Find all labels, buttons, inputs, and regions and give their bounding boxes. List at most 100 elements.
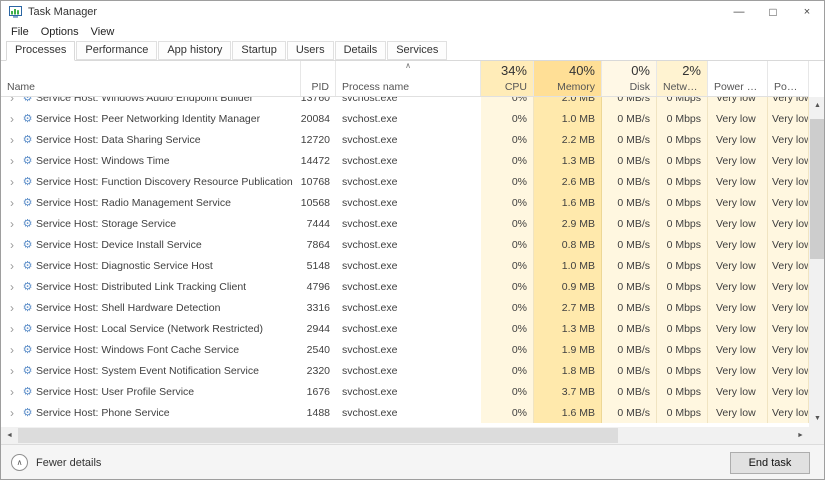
table-row[interactable]: ›⚙Service Host: Windows Audio Endpoint B… xyxy=(1,97,809,108)
cpu-cell: 0% xyxy=(481,129,534,150)
process-name: Service Host: Data Sharing Service xyxy=(36,134,201,146)
power-usage-cell: Very low xyxy=(708,129,768,150)
scroll-left-icon[interactable]: ◄ xyxy=(1,427,18,444)
table-row[interactable]: ›⚙Service Host: Shell Hardware Detection… xyxy=(1,297,809,318)
scroll-down-icon[interactable]: ▼ xyxy=(809,410,825,427)
scroll-up-icon[interactable]: ▲ xyxy=(809,97,825,114)
service-gear-icon: ⚙ xyxy=(19,259,36,272)
memory-cell: 1.6 MB xyxy=(534,192,602,213)
table-row[interactable]: ›⚙Service Host: Device Install Service78… xyxy=(1,234,809,255)
tab-details[interactable]: Details xyxy=(335,41,387,60)
cpu-cell: 0% xyxy=(481,297,534,318)
expand-chevron-icon[interactable]: › xyxy=(5,322,19,336)
tab-services[interactable]: Services xyxy=(387,41,447,60)
disk-cell: 0 MB/s xyxy=(602,129,657,150)
menu-file[interactable]: File xyxy=(5,25,35,39)
tab-app-history[interactable]: App history xyxy=(158,41,231,60)
expand-chevron-icon[interactable]: › xyxy=(5,301,19,315)
expand-chevron-icon[interactable]: › xyxy=(5,406,19,420)
network-cell: 0 Mbps xyxy=(657,129,708,150)
column-header-process-name[interactable]: ∧ Process name xyxy=(336,61,481,96)
process-name-cell: ›⚙Service Host: Phone Service xyxy=(1,402,301,423)
disk-cell: 0 MB/s xyxy=(602,297,657,318)
expand-chevron-icon[interactable]: › xyxy=(5,259,19,273)
expand-chevron-icon[interactable]: › xyxy=(5,97,19,105)
process-exe-cell: svchost.exe xyxy=(336,360,481,381)
expand-chevron-icon[interactable]: › xyxy=(5,196,19,210)
scroll-right-icon[interactable]: ► xyxy=(792,427,809,444)
table-row[interactable]: ›⚙Service Host: User Profile Service1676… xyxy=(1,381,809,402)
expand-chevron-icon[interactable]: › xyxy=(5,343,19,357)
memory-cell: 1.9 MB xyxy=(534,339,602,360)
table-row[interactable]: ›⚙Service Host: Local Service (Network R… xyxy=(1,318,809,339)
process-name: Service Host: Function Discovery Resourc… xyxy=(36,176,293,188)
network-cell: 0 Mbps xyxy=(657,381,708,402)
column-header-memory[interactable]: 40% Memory xyxy=(534,61,602,96)
table-row[interactable]: ›⚙Service Host: Peer Networking Identity… xyxy=(1,108,809,129)
pid-cell: 4796 xyxy=(301,276,336,297)
tab-users[interactable]: Users xyxy=(287,41,334,60)
network-cell: 0 Mbps xyxy=(657,255,708,276)
column-header-disk[interactable]: 0% Disk xyxy=(602,61,657,96)
fewer-details-toggle[interactable]: ∧ Fewer details xyxy=(11,454,101,471)
table-row[interactable]: ›⚙Service Host: Radio Management Service… xyxy=(1,192,809,213)
cpu-cell: 0% xyxy=(481,276,534,297)
expand-chevron-icon[interactable]: › xyxy=(5,280,19,294)
column-header-network[interactable]: 2% Network xyxy=(657,61,708,96)
expand-chevron-icon[interactable]: › xyxy=(5,385,19,399)
pid-cell: 2540 xyxy=(301,339,336,360)
process-name-cell: ›⚙Service Host: Storage Service xyxy=(1,213,301,234)
column-header-pid[interactable]: PID xyxy=(301,61,336,96)
table-row[interactable]: ›⚙Service Host: Windows Font Cache Servi… xyxy=(1,339,809,360)
power-trend-cell: Very low xyxy=(768,97,809,108)
disk-cell: 0 MB/s xyxy=(602,192,657,213)
column-header-cpu[interactable]: 34% CPU xyxy=(481,61,534,96)
process-name: Service Host: User Profile Service xyxy=(36,386,194,398)
table-row[interactable]: ›⚙Service Host: Function Discovery Resou… xyxy=(1,171,809,192)
expand-chevron-icon[interactable]: › xyxy=(5,364,19,378)
minimize-button[interactable]: — xyxy=(722,1,756,23)
tab-startup[interactable]: Startup xyxy=(232,41,285,60)
expand-chevron-icon[interactable]: › xyxy=(5,238,19,252)
expand-chevron-icon[interactable]: › xyxy=(5,112,19,126)
column-header-name[interactable]: Name xyxy=(1,61,301,96)
expand-chevron-icon[interactable]: › xyxy=(5,154,19,168)
memory-cell: 1.0 MB xyxy=(534,108,602,129)
expand-chevron-icon[interactable]: › xyxy=(5,217,19,231)
table-row[interactable]: ›⚙Service Host: Phone Service1488svchost… xyxy=(1,402,809,423)
table-row[interactable]: ›⚙Service Host: Data Sharing Service1272… xyxy=(1,129,809,150)
column-header-power-usage[interactable]: Power usage xyxy=(708,61,768,96)
horizontal-scrollbar-thumb[interactable] xyxy=(18,428,618,443)
table-row[interactable]: ›⚙Service Host: Distributed Link Trackin… xyxy=(1,276,809,297)
vertical-scrollbar-thumb[interactable] xyxy=(810,119,825,259)
vertical-scrollbar[interactable]: ▲ ▼ xyxy=(809,97,825,427)
menu-options[interactable]: Options xyxy=(35,25,85,39)
cpu-total-percent: 34% xyxy=(487,63,527,78)
table-row[interactable]: ›⚙Service Host: Storage Service7444svcho… xyxy=(1,213,809,234)
network-cell: 0 Mbps xyxy=(657,192,708,213)
power-usage-cell: Very low xyxy=(708,339,768,360)
table-row[interactable]: ›⚙Service Host: Windows Time14472svchost… xyxy=(1,150,809,171)
process-name-cell: ›⚙Service Host: Peer Networking Identity… xyxy=(1,108,301,129)
expand-chevron-icon[interactable]: › xyxy=(5,133,19,147)
memory-cell: 1.3 MB xyxy=(534,150,602,171)
close-button[interactable]: × xyxy=(790,1,824,23)
maximize-button[interactable]: □ xyxy=(756,1,790,23)
table-row[interactable]: ›⚙Service Host: System Event Notificatio… xyxy=(1,360,809,381)
end-task-button[interactable]: End task xyxy=(730,452,810,474)
network-cell: 0 Mbps xyxy=(657,234,708,255)
power-trend-cell: Very low xyxy=(768,402,809,423)
column-header-power-usage-trend[interactable]: Power usage xyxy=(768,61,809,96)
tab-performance[interactable]: Performance xyxy=(76,41,157,60)
expand-chevron-icon[interactable]: › xyxy=(5,175,19,189)
process-name: Service Host: Windows Font Cache Service xyxy=(36,344,239,356)
cpu-cell: 0% xyxy=(481,108,534,129)
horizontal-scrollbar[interactable]: ◄ ► xyxy=(1,427,809,444)
power-trend-cell: Very low xyxy=(768,213,809,234)
process-name: Service Host: Diagnostic Service Host xyxy=(36,260,213,272)
memory-cell: 2.2 MB xyxy=(534,129,602,150)
tab-processes[interactable]: Processes xyxy=(6,41,75,61)
process-name-cell: ›⚙Service Host: Windows Audio Endpoint B… xyxy=(1,97,301,108)
table-row[interactable]: ›⚙Service Host: Diagnostic Service Host5… xyxy=(1,255,809,276)
menu-view[interactable]: View xyxy=(85,25,121,39)
